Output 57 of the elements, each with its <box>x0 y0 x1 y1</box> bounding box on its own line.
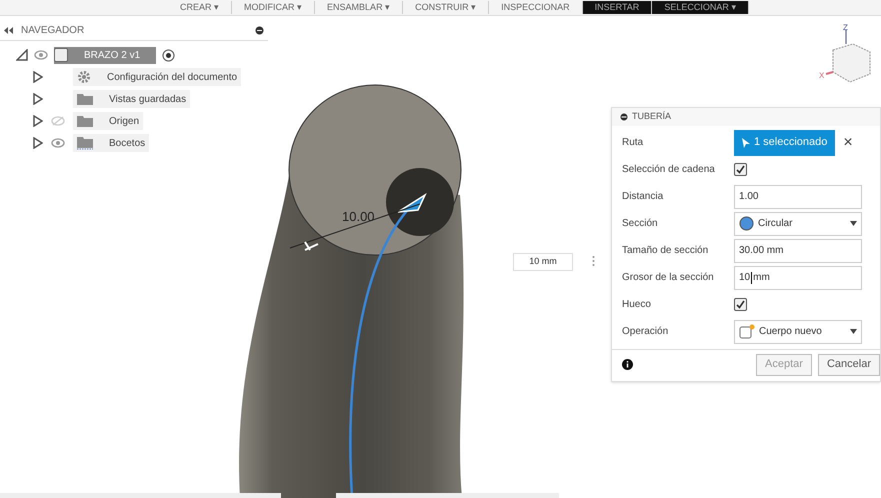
info-icon[interactable] <box>622 359 633 370</box>
dimension-text: 10.00 <box>342 208 375 226</box>
field-label: Distancia <box>622 190 664 204</box>
dropdown[interactable]: Circular <box>734 212 862 236</box>
dropdown[interactable]: Cuerpo nuevo <box>734 320 862 344</box>
collapse-icon[interactable] <box>4 27 13 34</box>
viewcube-drawing: Z X <box>818 22 878 92</box>
menu-button[interactable]: SELECCIONAR ▾ <box>652 0 750 14</box>
caret-icon <box>850 329 857 334</box>
gear-icon <box>77 70 91 84</box>
tree-item-root[interactable]: BRAZO 2 v1 <box>54 46 156 64</box>
field-label: Hueco <box>622 298 652 312</box>
field-label: Selección de cadena <box>622 163 716 177</box>
tree-item[interactable]: Bocetos <box>73 134 150 152</box>
menu-button[interactable]: INSERTAR <box>582 0 652 14</box>
dialog-title: TUBERÍA <box>632 110 672 124</box>
field-label: Operación <box>622 325 670 339</box>
eye-icon[interactable] <box>34 50 48 60</box>
checkbox[interactable] <box>734 298 747 311</box>
radio-icon[interactable] <box>162 48 176 62</box>
cancel-button[interactable]: Cancelar <box>818 354 880 376</box>
field-label: Grosor de la sección <box>622 271 715 285</box>
menu-button[interactable]: ENSAMBLAR ▾ <box>315 0 404 14</box>
input-field[interactable]: 1.00 <box>734 184 862 208</box>
tree-item[interactable]: Origen <box>73 112 144 130</box>
clear-button[interactable]: × <box>843 130 853 154</box>
circle-icon <box>739 216 754 231</box>
collapsed-triangle-icon[interactable] <box>33 115 43 127</box>
field-label: Ruta <box>622 136 644 150</box>
field-label: Sección <box>622 217 659 231</box>
menu-button[interactable]: CONSTRUIR ▾ <box>403 0 490 14</box>
checkbox[interactable] <box>734 163 747 176</box>
collapsed-triangle-icon[interactable] <box>33 71 43 83</box>
expanded-triangle-icon[interactable] <box>16 49 28 61</box>
pin-icon[interactable] <box>255 26 264 35</box>
value-input-field[interactable]: 10 mm <box>513 253 573 271</box>
menu-button[interactable]: MODIFICAR ▾ <box>232 0 316 14</box>
tree-item[interactable]: Vistas guardadas <box>73 90 190 108</box>
folder-icon <box>77 93 93 105</box>
menu-button[interactable]: CREAR ▾ <box>168 0 232 14</box>
input-field[interactable]: 10 mm <box>734 266 862 290</box>
tree-item[interactable]: Configuración del documento <box>73 68 242 86</box>
panel-title: NAVEGADOR <box>21 24 86 38</box>
selection-button[interactable]: 1 seleccionado <box>734 130 836 156</box>
component-icon <box>54 48 68 62</box>
folder-icon <box>77 115 93 127</box>
folder-icon <box>77 136 93 150</box>
eye-icon[interactable] <box>51 138 65 148</box>
pin-icon[interactable] <box>620 113 628 121</box>
caret-icon <box>850 221 857 226</box>
input-field[interactable]: 30.00 mm <box>734 238 862 262</box>
cursor-icon <box>742 138 750 148</box>
collapsed-triangle-icon[interactable] <box>33 93 43 105</box>
drag-handle-icon[interactable] <box>592 255 595 267</box>
field-label: Tamaño de sección <box>622 244 710 258</box>
collapsed-triangle-icon[interactable] <box>33 137 43 149</box>
new-body-icon <box>739 324 755 339</box>
